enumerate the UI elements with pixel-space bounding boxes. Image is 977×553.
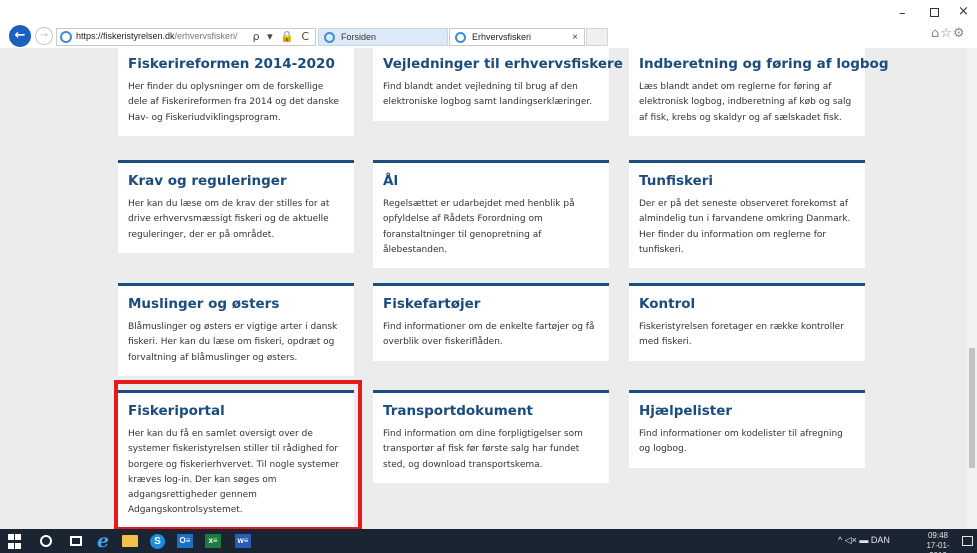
outlook-icon[interactable]: O≡ (177, 534, 193, 548)
card-text: Find information om dine forpligtigelser… (383, 429, 583, 470)
forward-arrow-icon[interactable]: → (35, 27, 53, 45)
notification-icon[interactable] (962, 536, 973, 546)
word-icon[interactable]: w≡ (235, 534, 251, 548)
clock[interactable]: 09:48 17-01-2019 (918, 531, 958, 553)
windows-start-icon[interactable] (8, 534, 22, 550)
minimize-icon[interactable]: – (899, 6, 906, 21)
tab-label: Erhvervsfiskeri (472, 32, 532, 42)
file-explorer-icon[interactable] (122, 535, 138, 547)
card-aal[interactable]: Ål Regelsættet er udarbejdet med henblik… (373, 160, 609, 269)
search-icon[interactable] (40, 535, 52, 547)
card-title[interactable]: Muslinger og østers (128, 296, 344, 312)
address-tools-icons[interactable]: ρ ▾ 🔒 C (253, 30, 311, 43)
task-view-icon[interactable] (70, 536, 82, 546)
card-text: Find blandt andet vejledning til brug af… (383, 82, 593, 108)
scrollbar-thumb[interactable] (969, 348, 975, 468)
tab-erhvervsfiskeri[interactable]: Erhvervsfiskeri × (449, 28, 585, 46)
card-text: Læs blandt andet om reglerne for føring … (639, 82, 852, 123)
card-logbog[interactable]: Indberetning og føring af logbog Læs bla… (629, 48, 889, 136)
card-text: Blåmuslinger og østers er vigtige arter … (128, 322, 338, 363)
browser-chrome: ← → https://fiskeristyrelsen.dk/erhvervs… (0, 0, 977, 48)
card-tunfiskeri[interactable]: Tunfiskeri Der er på det seneste observe… (629, 160, 865, 269)
card-title[interactable]: Indberetning og føring af logbog (639, 56, 889, 72)
address-bar[interactable]: https://fiskeristyrelsen.dk/erhvervsfisk… (56, 28, 316, 46)
card-title[interactable]: Krav og reguleringer (128, 173, 344, 189)
tab-forsiden[interactable]: Forsiden (318, 28, 448, 46)
clock-date: 17-01-2019 (926, 541, 950, 553)
card-fiskefartoejer[interactable]: Fiskefartøjer Find informationer om de e… (373, 283, 609, 361)
excel-icon[interactable]: x≡ (205, 534, 221, 548)
card-title[interactable]: Fiskerireformen 2014-2020 (128, 56, 344, 72)
card-transportdokument[interactable]: Transportdokument Find information om di… (373, 390, 609, 483)
card-text: Her finder du oplysninger om de forskell… (128, 82, 339, 123)
card-text: Find informationer om kodelister til afr… (639, 429, 843, 455)
card-kontrol[interactable]: Kontrol Fiskeristyrelsen foretager en ræ… (629, 283, 865, 361)
back-arrow-icon[interactable]: ← (9, 25, 31, 47)
card-text: Der er på det seneste observeret forekom… (639, 199, 851, 255)
close-tab-icon[interactable]: × (572, 29, 578, 46)
card-title[interactable]: Kontrol (639, 296, 855, 312)
card-text: Her kan du læse om de krav der stilles f… (128, 199, 330, 240)
vertical-scrollbar[interactable] (967, 48, 977, 529)
address-url: https://fiskeristyrelsen.dk/erhvervsfisk… (76, 31, 238, 41)
card-hjaelpelister[interactable]: Hjælpelister Find informationer om kodel… (629, 390, 865, 468)
card-vejledninger[interactable]: Vejledninger til erhvervsfiskere Find bl… (373, 48, 623, 121)
card-krav-og-reguleringer[interactable]: Krav og reguleringer Her kan du læse om … (118, 160, 354, 253)
taskbar: e S O≡ x≡ w≡ ^ ◁× ▬ DAN 09:48 17-01-2019 (0, 529, 977, 553)
tab-label: Forsiden (341, 32, 377, 42)
card-text: Fiskeristyrelsen foretager en række kont… (639, 322, 844, 348)
close-window-icon[interactable]: × (958, 4, 969, 19)
home-favorites-settings-icons[interactable]: ⌂☆⚙ (931, 26, 966, 41)
card-title[interactable]: Fiskefartøjer (383, 296, 599, 312)
highlight-box (114, 380, 362, 531)
maximize-icon[interactable] (930, 8, 939, 17)
ie-tab-icon (455, 32, 466, 43)
ie-page-icon (60, 31, 72, 43)
card-muslinger-og-oesters[interactable]: Muslinger og østers Blåmuslinger og øste… (118, 283, 354, 376)
card-fiskerireformen[interactable]: Fiskerireformen 2014-2020 Her finder du … (118, 48, 354, 136)
card-text: Regelsættet er udarbejdet med henblik på… (383, 199, 575, 255)
system-tray[interactable]: ^ ◁× ▬ DAN (838, 535, 890, 546)
new-tab-button[interactable] (586, 28, 608, 46)
card-title[interactable]: Transportdokument (383, 403, 599, 419)
ie-tab-icon (324, 32, 335, 43)
url-domain: https://fiskeristyrelsen.dk (76, 31, 175, 41)
skype-icon[interactable]: S (150, 534, 165, 549)
card-title[interactable]: Ål (383, 173, 599, 189)
card-text: Find informationer om de enkelte fartøje… (383, 322, 595, 348)
internet-explorer-icon[interactable]: e (97, 531, 109, 551)
card-title[interactable]: Hjælpelister (639, 403, 855, 419)
card-title[interactable]: Vejledninger til erhvervsfiskere (383, 56, 623, 72)
card-title[interactable]: Tunfiskeri (639, 173, 855, 189)
url-path: /erhvervsfiskeri/ (174, 31, 238, 41)
clock-time: 09:48 (927, 531, 949, 540)
